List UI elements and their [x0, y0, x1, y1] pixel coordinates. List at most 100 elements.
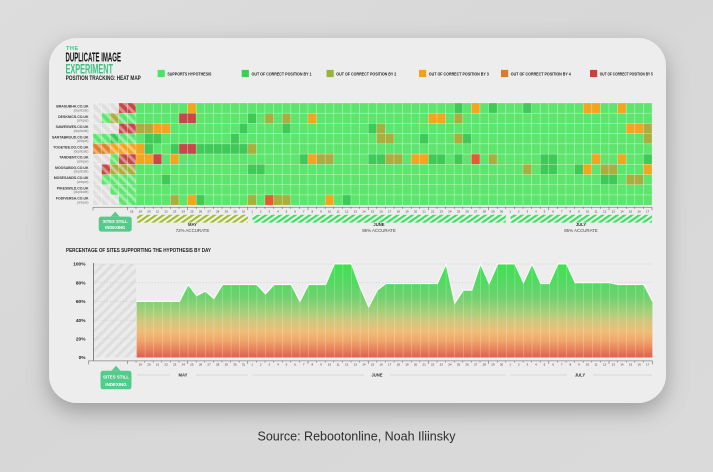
svg-text:23: 23	[173, 363, 177, 367]
svg-text:29: 29	[225, 209, 229, 213]
svg-text:JUNE: JUNE	[373, 222, 384, 227]
svg-text:PERCENTAGE OF SITES SUPPORTING: PERCENTAGE OF SITES SUPPORTING THE HYPOT…	[66, 248, 211, 254]
svg-text:15: 15	[371, 363, 375, 367]
svg-text:14: 14	[362, 363, 366, 367]
svg-text:MAY: MAY	[188, 222, 197, 227]
svg-text:18: 18	[397, 363, 401, 367]
svg-text:30: 30	[233, 209, 237, 213]
svg-text:10: 10	[586, 363, 590, 367]
svg-text:72% ACCURATE: 72% ACCURATE	[176, 228, 210, 233]
svg-text:30: 30	[500, 209, 504, 213]
svg-text:12: 12	[345, 363, 349, 367]
svg-text:10: 10	[328, 209, 332, 213]
svg-text:SITES STILL: SITES STILL	[103, 375, 129, 380]
svg-text:INDEXING: INDEXING	[105, 382, 127, 387]
svg-text:13: 13	[612, 363, 616, 367]
svg-text:25: 25	[190, 209, 194, 213]
svg-text:19: 19	[405, 209, 409, 213]
svg-text:18: 18	[397, 209, 401, 213]
svg-text:17: 17	[388, 209, 392, 213]
svg-text:(duplicate): (duplicate)	[74, 129, 89, 133]
svg-text:22: 22	[164, 363, 168, 367]
svg-text:31: 31	[242, 209, 246, 213]
svg-text:OUT OF CORRECT POSITION BY 5: OUT OF CORRECT POSITION BY 5	[600, 72, 653, 77]
svg-text:(unique): (unique)	[77, 119, 89, 123]
svg-text:23: 23	[440, 209, 444, 213]
svg-text:JULY: JULY	[576, 222, 587, 227]
svg-text:24: 24	[182, 363, 186, 367]
svg-text:100%: 100%	[73, 262, 86, 268]
svg-text:JUNE: JUNE	[371, 373, 382, 378]
svg-text:28: 28	[216, 209, 220, 213]
svg-text:0%: 0%	[79, 355, 87, 361]
svg-text:(unique): (unique)	[77, 139, 89, 143]
svg-text:SUPPORTS HYPOTHESIS: SUPPORTS HYPOTHESIS	[167, 72, 211, 77]
svg-text:22: 22	[431, 363, 435, 367]
svg-text:85% ACCURATE: 85% ACCURATE	[564, 228, 598, 233]
svg-text:Source: Rebootonline, Noah Ili: Source: Rebootonline, Noah Iliinsky	[257, 429, 456, 443]
svg-text:13: 13	[612, 209, 616, 213]
svg-text:15: 15	[371, 209, 375, 213]
svg-text:29: 29	[225, 363, 229, 367]
svg-text:12: 12	[345, 209, 349, 213]
svg-text:27: 27	[207, 209, 211, 213]
svg-text:11: 11	[337, 209, 340, 213]
svg-text:25: 25	[457, 363, 461, 367]
svg-text:16: 16	[637, 209, 641, 213]
svg-text:26: 26	[199, 209, 203, 213]
svg-text:(duplicate): (duplicate)	[74, 170, 89, 174]
svg-text:27: 27	[474, 209, 478, 213]
svg-text:20: 20	[414, 209, 418, 213]
svg-text:27: 27	[207, 363, 211, 367]
svg-text:13: 13	[354, 209, 358, 213]
svg-text:26: 26	[199, 363, 203, 367]
svg-text:23: 23	[440, 363, 444, 367]
svg-text:10: 10	[328, 363, 332, 367]
svg-text:28: 28	[483, 363, 487, 367]
svg-text:11: 11	[595, 209, 598, 213]
svg-text:21: 21	[156, 363, 160, 367]
svg-text:25: 25	[457, 209, 461, 213]
svg-text:16: 16	[637, 363, 641, 367]
svg-text:(duplicate): (duplicate)	[74, 108, 89, 112]
svg-text:30: 30	[500, 363, 504, 367]
svg-text:OUT OF CORRECT POSITION BY 2: OUT OF CORRECT POSITION BY 2	[336, 72, 396, 77]
svg-text:26: 26	[465, 363, 469, 367]
svg-text:SITES STILL: SITES STILL	[103, 219, 128, 224]
svg-text:85% ACCURATE: 85% ACCURATE	[362, 228, 396, 233]
svg-text:16: 16	[379, 363, 383, 367]
svg-text:60%: 60%	[76, 299, 86, 305]
svg-text:19: 19	[139, 363, 143, 367]
svg-text:12: 12	[603, 363, 607, 367]
svg-text:22: 22	[431, 209, 435, 213]
svg-text:30: 30	[233, 363, 237, 367]
svg-text:11: 11	[595, 363, 598, 367]
svg-text:14: 14	[620, 209, 624, 213]
svg-text:OUT OF CORRECT POSITION BY 1: OUT OF CORRECT POSITION BY 1	[252, 72, 312, 77]
svg-text:17: 17	[646, 209, 650, 213]
svg-text:MAY: MAY	[179, 373, 188, 378]
svg-text:10: 10	[586, 209, 590, 213]
svg-text:24: 24	[448, 209, 452, 213]
svg-text:28: 28	[216, 363, 220, 367]
svg-text:OUT OF CORRECT POSITION BY 3: OUT OF CORRECT POSITION BY 3	[429, 72, 489, 77]
svg-text:15: 15	[629, 363, 633, 367]
svg-text:14: 14	[362, 209, 366, 213]
svg-text:(unique): (unique)	[77, 200, 89, 204]
svg-text:29: 29	[491, 209, 495, 213]
svg-text:21: 21	[422, 363, 426, 367]
svg-text:22: 22	[164, 209, 168, 213]
svg-text:18: 18	[130, 209, 134, 213]
svg-text:16: 16	[379, 209, 383, 213]
svg-text:20: 20	[147, 363, 151, 367]
svg-text:28: 28	[483, 209, 487, 213]
svg-text:13: 13	[354, 363, 358, 367]
svg-text:12: 12	[603, 209, 607, 213]
svg-text:14: 14	[620, 363, 624, 367]
svg-text:21: 21	[156, 209, 160, 213]
svg-text:POSITION TRACKING: HEAT MAP: POSITION TRACKING: HEAT MAP	[66, 75, 141, 82]
svg-text:24: 24	[448, 363, 452, 367]
svg-text:11: 11	[337, 363, 340, 367]
svg-text:JULY: JULY	[575, 373, 586, 378]
svg-text:23: 23	[173, 209, 177, 213]
